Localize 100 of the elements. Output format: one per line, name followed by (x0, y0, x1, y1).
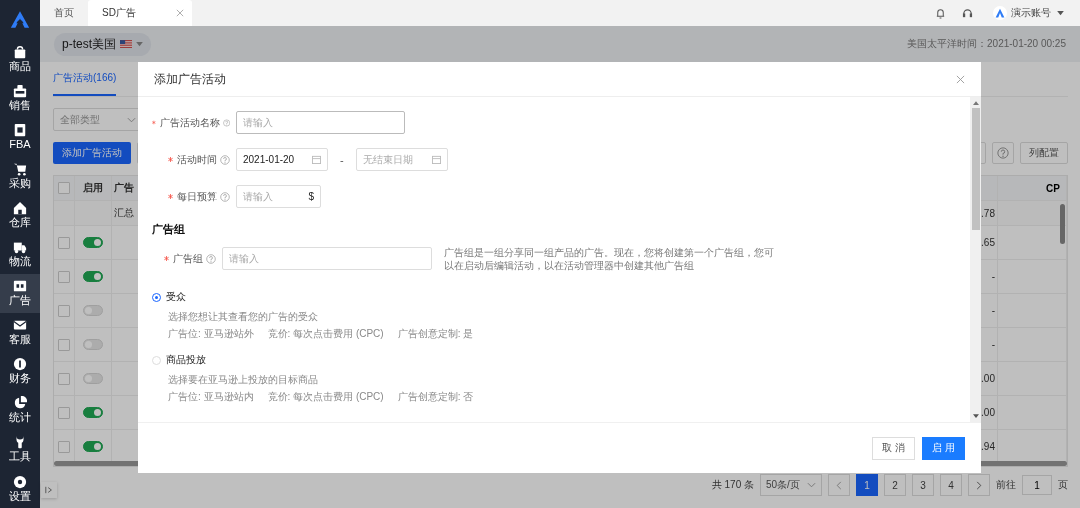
bell-icon[interactable] (935, 7, 946, 19)
table-cell: - (991, 339, 995, 350)
chevron-down-icon (127, 116, 136, 123)
page-button[interactable]: 2 (884, 474, 906, 496)
page-size-select[interactable]: 50条/页 (760, 474, 822, 496)
scroll-up-icon[interactable] (972, 101, 979, 105)
account-menu[interactable]: 演示账号 (1011, 6, 1051, 20)
checkbox[interactable] (58, 372, 70, 385)
table-cell: .65 (981, 237, 995, 248)
help-icon (997, 147, 1009, 159)
checkbox[interactable] (58, 440, 70, 453)
input-field[interactable]: 请输入 (222, 247, 432, 270)
field-label: 广告活动名称 (159, 115, 220, 130)
scroll-down-icon[interactable] (972, 414, 979, 418)
page-tab[interactable]: SD广告 (88, 0, 192, 26)
avatar-icon[interactable] (993, 6, 1007, 20)
sidebar-item[interactable]: 广告 (0, 273, 40, 313)
expand-sidebar-button[interactable] (41, 482, 57, 498)
toggle-switch[interactable] (83, 441, 103, 452)
checkbox[interactable] (58, 236, 70, 249)
sidebar-item[interactable]: 设置 (0, 469, 40, 508)
expand-icon (45, 486, 53, 494)
cancel-button[interactable]: 取 消 (872, 436, 915, 460)
page-tab[interactable]: 首页 (40, 0, 88, 26)
sidebar-item[interactable]: 客服 (0, 312, 40, 352)
goto-label: 前往 (996, 478, 1016, 492)
sidebar-item[interactable]: 销售 (0, 78, 40, 118)
house-icon (13, 200, 27, 215)
table-cell: - (991, 305, 995, 316)
column-config-button[interactable]: 列配置 (1020, 142, 1068, 164)
scrollbar[interactable] (970, 97, 981, 422)
table-cell: .78 (981, 207, 995, 219)
radio-option[interactable]: 商品投放 (152, 353, 956, 367)
sidebar-item[interactable]: 采购 (0, 156, 40, 196)
sidebar-item[interactable]: 仓库 (0, 195, 40, 235)
checkbox[interactable] (58, 304, 70, 317)
settings-icon (13, 474, 27, 489)
table-cell: .94 (981, 441, 995, 452)
page-button[interactable]: 4 (940, 474, 962, 496)
add-campaign-button[interactable]: 添加广告活动 (53, 142, 131, 164)
sidebar-item[interactable]: 财务 (0, 351, 40, 391)
option-detail: 广告位: 亚马逊站外 (168, 327, 254, 341)
chevron-down-icon (807, 482, 816, 488)
table-cell: .00 (981, 373, 995, 384)
input-field[interactable]: 请输入 (236, 111, 405, 134)
section-title: 广告组 (152, 222, 186, 237)
date-field[interactable]: 2021-01-20 (236, 148, 328, 171)
cart-icon (13, 161, 27, 176)
budget-field[interactable]: 请输入 $ (236, 185, 321, 208)
calendar-icon (431, 155, 441, 164)
table-cell: - (991, 271, 995, 282)
page-unit: 页 (1058, 478, 1068, 492)
checkbox[interactable] (58, 270, 70, 283)
checkbox[interactable] (58, 406, 70, 419)
toggle-switch[interactable] (83, 237, 103, 248)
total-count: 共 170 条 (711, 478, 754, 492)
box-icon (13, 122, 27, 137)
page-button[interactable]: 3 (912, 474, 934, 496)
option-detail: 广告创意定制: 是 (397, 327, 474, 341)
option-detail: 竞价: 每次点击费用 (CPC) (267, 390, 384, 404)
field-label: 活动时间 (177, 152, 217, 167)
next-page-button[interactable] (968, 474, 990, 496)
help-button[interactable] (992, 142, 1014, 164)
column-header: CP (1046, 182, 1060, 194)
headset-icon[interactable] (962, 7, 973, 19)
page-button[interactable]: 1 (856, 474, 878, 496)
scrollbar[interactable] (1060, 204, 1065, 244)
table-cell: 汇总 (114, 206, 134, 220)
sidebar-item[interactable]: 统计 (0, 390, 40, 430)
pie-chart-icon (13, 396, 27, 411)
logo-icon (9, 10, 31, 29)
help-icon (220, 154, 230, 165)
tag-icon (13, 83, 27, 98)
sidebar-item[interactable]: FBA (0, 117, 40, 157)
help-icon (206, 253, 216, 264)
enable-button[interactable]: 启 用 (922, 436, 965, 460)
checkbox[interactable] (58, 182, 70, 194)
toggle-switch[interactable] (83, 271, 103, 282)
store-selector[interactable]: p-test美国 (54, 32, 151, 56)
close-icon[interactable] (956, 74, 965, 84)
option-detail: 广告创意定制: 否 (397, 390, 474, 404)
column-header: 启用 (83, 181, 103, 195)
dialog-title: 添加广告活动 (154, 70, 226, 88)
sidebar-item[interactable]: 物流 (0, 234, 40, 274)
page-input[interactable]: 1 (1022, 475, 1052, 495)
ad-icon (13, 279, 27, 294)
checkbox[interactable] (58, 338, 70, 351)
previous-page-button[interactable] (828, 474, 850, 496)
help-icon (220, 191, 230, 202)
option-detail: 广告位: 亚马逊站内 (168, 390, 254, 404)
field-label: 每日预算 (177, 189, 217, 204)
close-icon[interactable] (175, 9, 184, 17)
radio-option[interactable]: 受众 (152, 290, 956, 304)
campaign-tab[interactable]: 广告活动(166) (53, 62, 117, 96)
calendar-icon (312, 155, 321, 164)
chevron-left-icon (836, 480, 842, 490)
sidebar-item[interactable]: 商品 (0, 38, 40, 79)
sidebar-item[interactable]: 工具 (0, 429, 40, 469)
caret-icon[interactable] (1057, 10, 1064, 16)
toggle-switch[interactable] (83, 407, 103, 418)
